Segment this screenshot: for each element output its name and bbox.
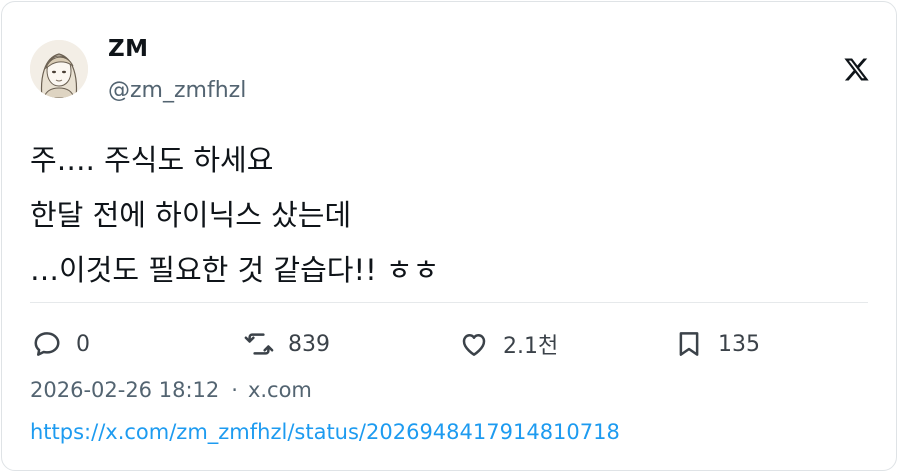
bookmark-button[interactable]: 135 bbox=[674, 326, 760, 362]
post-meta: 2026-02-26 18:12 · x.com bbox=[30, 378, 312, 402]
reply-count: 0 bbox=[76, 331, 90, 357]
display-name[interactable]: ZM bbox=[108, 36, 149, 62]
avatar[interactable] bbox=[30, 40, 88, 98]
post-line: 주…. 주식도 하세요 bbox=[30, 143, 274, 177]
post-line: …이것도 필요한 것 같습다!! ㅎㅎ bbox=[30, 253, 440, 287]
meta-separator: · bbox=[231, 378, 238, 402]
repost-arrows-icon bbox=[244, 329, 274, 359]
reply-button[interactable]: 0 bbox=[32, 326, 90, 362]
user-handle[interactable]: @zm_zmfhzl bbox=[108, 78, 246, 103]
like-button[interactable]: 2.1천 bbox=[459, 326, 558, 362]
speech-bubble-icon bbox=[32, 329, 62, 359]
x-logo-icon[interactable] bbox=[843, 56, 870, 83]
heart-icon bbox=[459, 329, 489, 359]
source-label[interactable]: x.com bbox=[248, 378, 312, 402]
divider bbox=[30, 302, 868, 303]
post-url-link[interactable]: https://x.com/zm_zmfhzl/status/202694841… bbox=[30, 420, 620, 444]
post-line: 한달 전에 하이닉스 샀는데 bbox=[30, 198, 352, 232]
repost-count: 839 bbox=[288, 331, 330, 357]
bookmark-icon bbox=[674, 329, 704, 359]
like-count: 2.1천 bbox=[503, 334, 559, 359]
repost-button[interactable]: 839 bbox=[244, 326, 330, 362]
post-text: 주…. 주식도 하세요 한달 전에 하이닉스 샀는데 …이것도 필요한 것 같습… bbox=[30, 133, 439, 298]
bookmark-count: 135 bbox=[718, 331, 760, 357]
timestamp[interactable]: 2026-02-26 18:12 bbox=[30, 378, 219, 402]
